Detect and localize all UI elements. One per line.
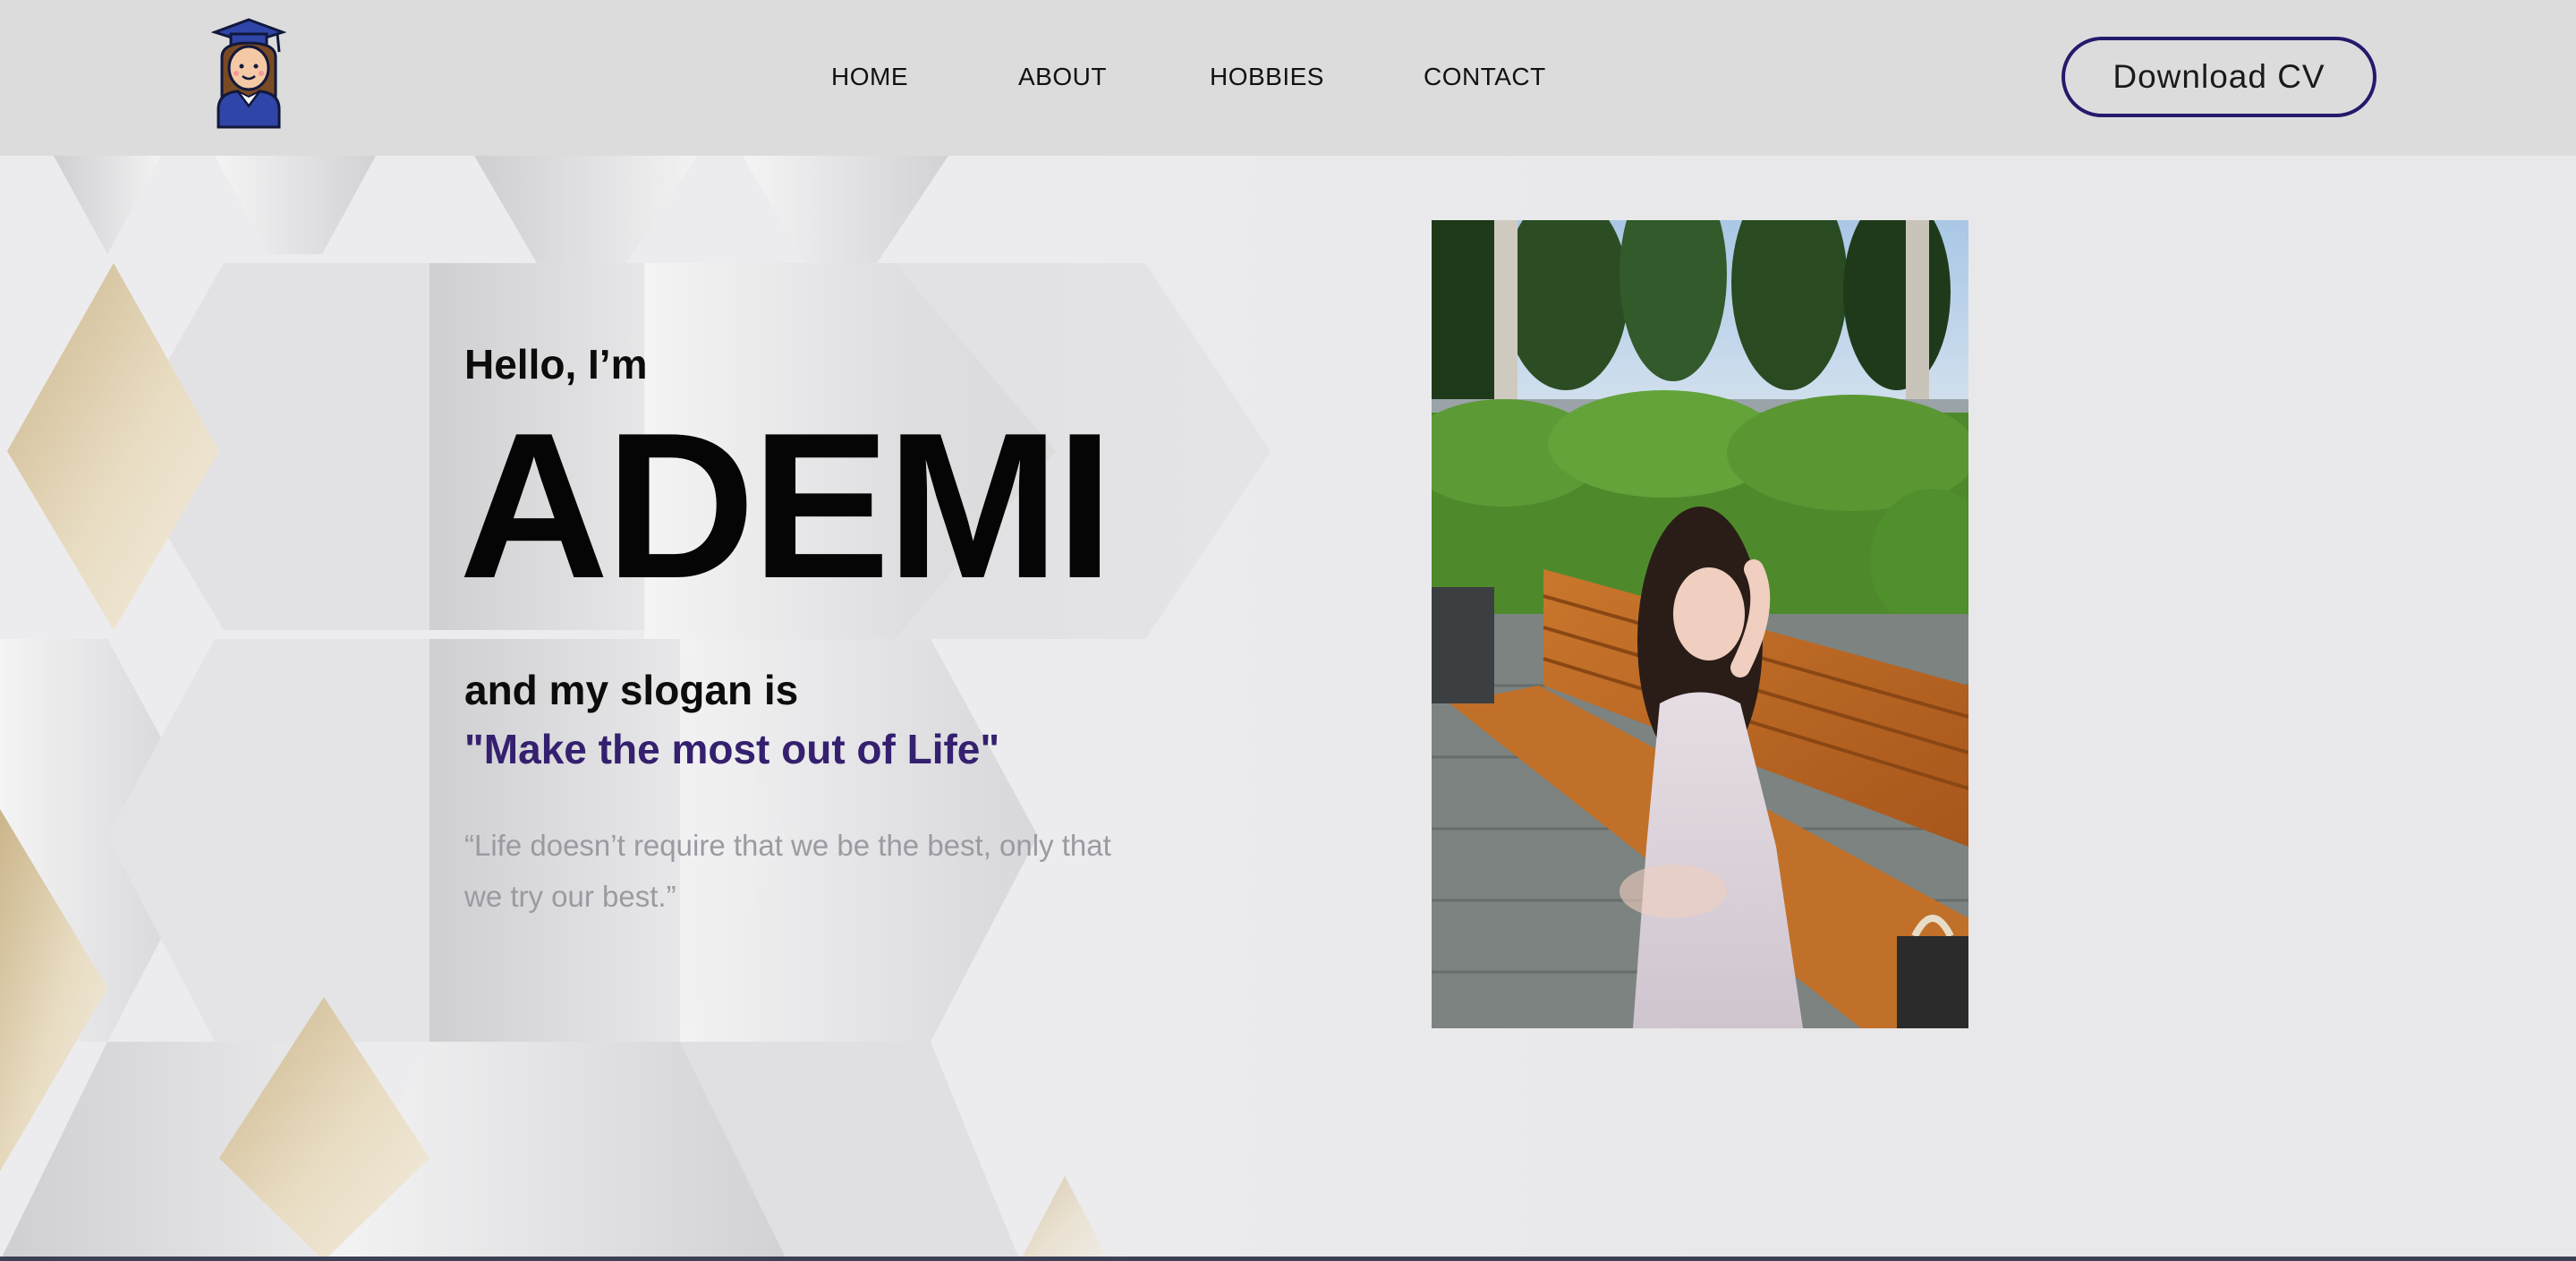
hero-name: ADEMI [459, 390, 1114, 622]
greeting-text: Hello, I’m [464, 341, 648, 388]
portrait-photo [1432, 220, 1968, 1028]
slogan-text: "Make the most out of Life" [464, 726, 1000, 772]
nav-about[interactable]: ABOUT [1018, 63, 1107, 91]
page: HOME ABOUT HOBBIES CONTACT Download CV H… [0, 0, 2576, 1261]
nav-home[interactable]: HOME [831, 63, 908, 91]
nav-contact[interactable]: CONTACT [1424, 63, 1546, 91]
background-pattern [0, 156, 2576, 1261]
slogan-intro: and my slogan is [464, 667, 799, 713]
quote-text: “Life doesn’t require that we be the bes… [464, 829, 1111, 913]
header: HOME ABOUT HOBBIES CONTACT Download CV [0, 0, 2576, 156]
download-cv-button[interactable]: Download CV [2062, 37, 2376, 117]
bottom-border [0, 1257, 2576, 1261]
nav-hobbies[interactable]: HOBBIES [1210, 63, 1324, 91]
